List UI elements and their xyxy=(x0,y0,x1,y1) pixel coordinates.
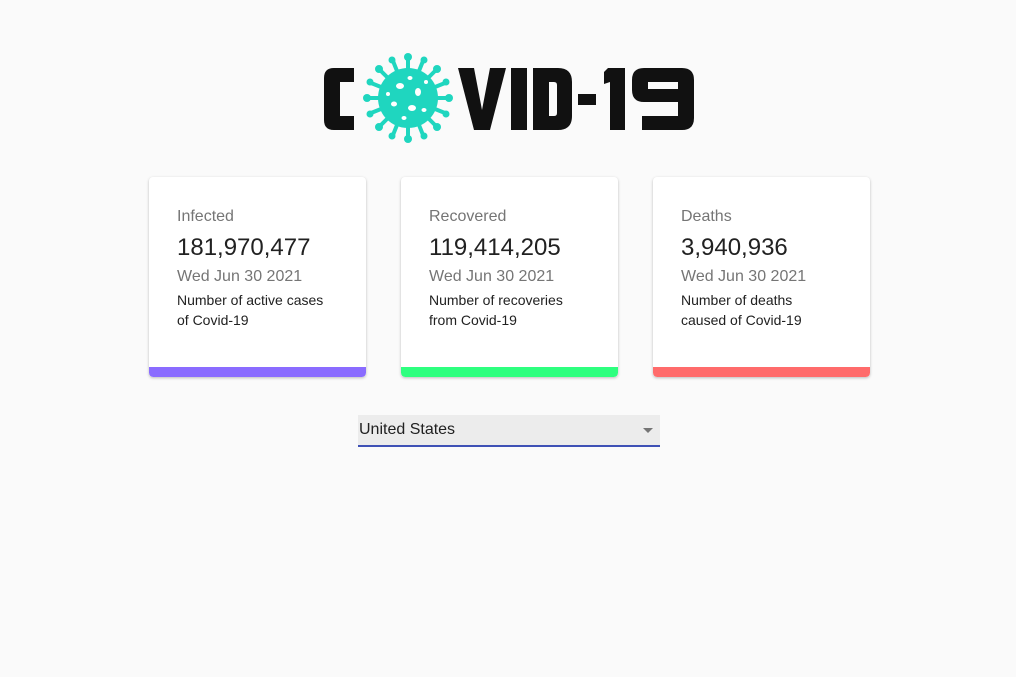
deaths-color-bar xyxy=(653,367,870,377)
recovered-card: Recovered 119,414,205 Wed Jun 30 2021 Nu… xyxy=(401,177,618,377)
card-description: Number of active cases of Covid-19 xyxy=(177,292,324,328)
chevron-down-icon[interactable] xyxy=(643,428,653,433)
infected-color-bar xyxy=(149,367,366,377)
recovered-color-bar xyxy=(401,367,618,377)
card-title: Infected xyxy=(177,208,234,225)
card-date: Wed Jun 30 2021 xyxy=(681,268,807,285)
card-count: 181,970,477 xyxy=(177,234,311,261)
country-select[interactable]: United States xyxy=(358,415,660,447)
card-count: 119,414,205 xyxy=(429,234,561,261)
country-select-value: United States xyxy=(359,421,456,438)
page: Infected 181,970,477 Wed Jun 30 2021 Num… xyxy=(0,0,1016,677)
infected-card: Infected 181,970,477 Wed Jun 30 2021 Num… xyxy=(149,177,366,377)
card-description: Number of recoveries from Covid-19 xyxy=(429,292,563,328)
covid-19-logo xyxy=(322,52,698,144)
stats-cards: Infected 181,970,477 Wed Jun 30 2021 Num… xyxy=(149,177,870,377)
card-title: Deaths xyxy=(681,208,732,225)
card-description: Number of deaths caused of Covid-19 xyxy=(681,292,802,328)
deaths-card: Deaths 3,940,936 Wed Jun 30 2021 Number … xyxy=(653,177,870,377)
logo-image xyxy=(324,53,694,143)
card-count: 3,940,936 xyxy=(681,234,788,261)
card-date: Wed Jun 30 2021 xyxy=(177,268,303,285)
virus-icon xyxy=(363,53,453,143)
card-title: Recovered xyxy=(429,208,507,225)
card-date: Wed Jun 30 2021 xyxy=(429,268,555,285)
